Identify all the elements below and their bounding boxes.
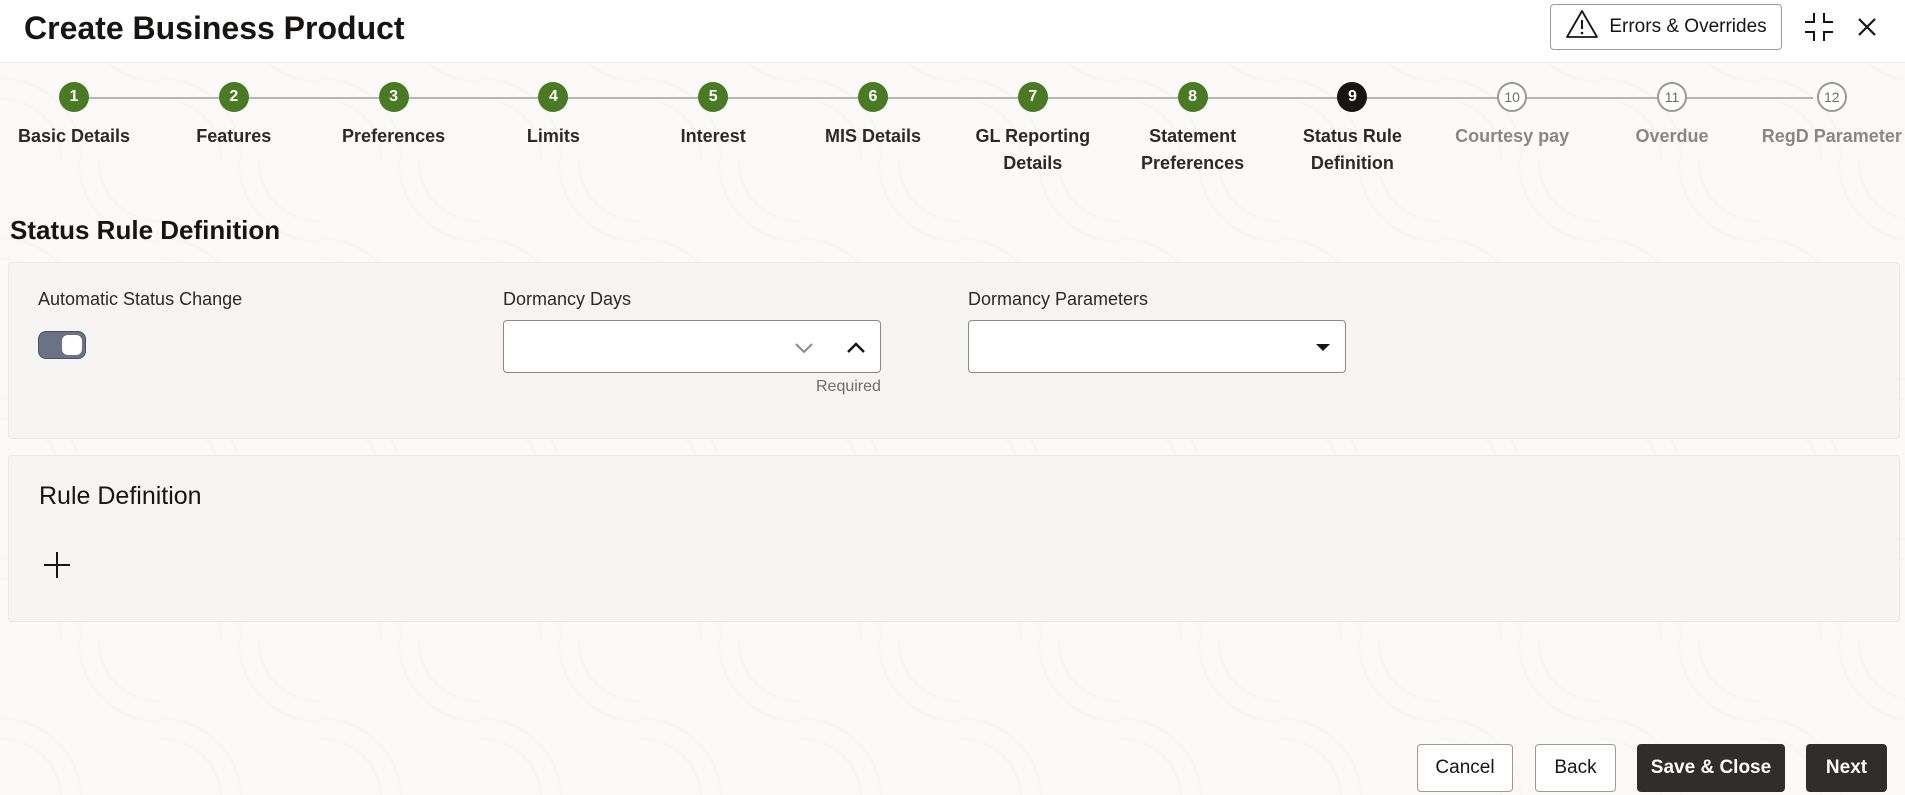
step-8-indicator: 8 [1177, 82, 1208, 112]
step-2[interactable]: 2 Features [154, 82, 314, 150]
back-button[interactable]: Back [1535, 744, 1616, 792]
step-12[interactable]: 12 RegD Parameter [1752, 82, 1905, 150]
step-9[interactable]: 9 Status Rule Definition [1272, 82, 1432, 177]
step-1-label: Basic Details [17, 126, 131, 146]
page-title: Create Business Product [24, 10, 405, 46]
step-11[interactable]: 11 Overdue [1592, 82, 1752, 150]
step-1[interactable]: 1 Basic Details [0, 82, 154, 150]
automatic-status-change-label: Automatic Status Change [38, 289, 243, 309]
step-2-indicator: 2 [218, 82, 249, 112]
next-button[interactable]: Next [1806, 744, 1887, 792]
step-9-label: Status Rule Definition [1302, 126, 1402, 173]
step-10[interactable]: 10 Courtesy pay [1432, 82, 1592, 150]
step-6-indicator: 6 [858, 82, 888, 112]
rule-definition-panel [8, 455, 1900, 622]
step-7-indicator: 7 [1017, 82, 1048, 112]
step-1-indicator: 1 [59, 82, 89, 112]
step-6-label: MIS Details [824, 126, 922, 146]
step-8[interactable]: 8 Statement Preferences [1113, 82, 1273, 177]
step-6[interactable]: 6 MIS Details [793, 82, 953, 150]
automatic-status-change-toggle[interactable] [38, 331, 86, 359]
step-2-label: Features [196, 126, 272, 146]
warning-icon [1565, 9, 1599, 45]
step-10-indicator: 10 [1497, 82, 1528, 112]
decrement-icon[interactable] [789, 333, 819, 363]
step-12-indicator: 12 [1816, 82, 1847, 112]
step-11-label: Overdue [1635, 126, 1709, 146]
section-title: Status Rule Definition [10, 215, 281, 245]
dormancy-days-input[interactable] [514, 331, 778, 365]
plus-icon[interactable] [40, 548, 74, 582]
step-5[interactable]: 5 Interest [633, 82, 793, 150]
close-icon[interactable] [1850, 10, 1884, 44]
header-bar: Create Business Product Errors & Overrid… [0, 0, 1905, 63]
step-8-label: Statement Preferences [1141, 126, 1245, 173]
step-5-label: Interest [680, 126, 746, 146]
dormancy-parameters-select[interactable] [968, 320, 1346, 373]
dormancy-parameters-label: Dormancy Parameters [968, 289, 1149, 309]
save-close-button[interactable]: Save & Close [1637, 744, 1785, 792]
step-7[interactable]: 7 GL Reporting Details [953, 82, 1113, 177]
collapse-icon[interactable] [1802, 10, 1836, 44]
step-12-label: RegD Parameter [1761, 126, 1902, 146]
step-4-indicator: 4 [538, 82, 569, 112]
errors-overrides-label: Errors & Overrides [1609, 16, 1767, 37]
dormancy-days-helper: Required [816, 378, 881, 395]
cancel-button[interactable]: Cancel [1417, 744, 1513, 792]
dormancy-days-field[interactable] [503, 320, 881, 373]
step-11-indicator: 11 [1657, 82, 1687, 112]
errors-overrides-button[interactable]: Errors & Overrides [1550, 4, 1782, 50]
rule-definition-title: Rule Definition [39, 482, 202, 510]
step-3-indicator: 3 [378, 82, 409, 112]
step-9-indicator: 9 [1337, 82, 1368, 112]
step-7-label: GL Reporting Details [975, 126, 1091, 173]
step-3[interactable]: 3 Preferences [314, 82, 474, 150]
step-10-label: Courtesy pay [1455, 126, 1570, 146]
step-4[interactable]: 4 Limits [473, 82, 633, 150]
increment-icon[interactable] [841, 333, 871, 363]
status-fields-panel [8, 262, 1900, 439]
step-4-label: Limits [526, 126, 580, 146]
dropdown-caret-icon[interactable] [1313, 339, 1333, 355]
step-3-label: Preferences [342, 126, 446, 146]
dormancy-days-label: Dormancy Days [503, 289, 632, 309]
toggle-knob [62, 335, 82, 355]
step-5-indicator: 5 [698, 82, 729, 112]
